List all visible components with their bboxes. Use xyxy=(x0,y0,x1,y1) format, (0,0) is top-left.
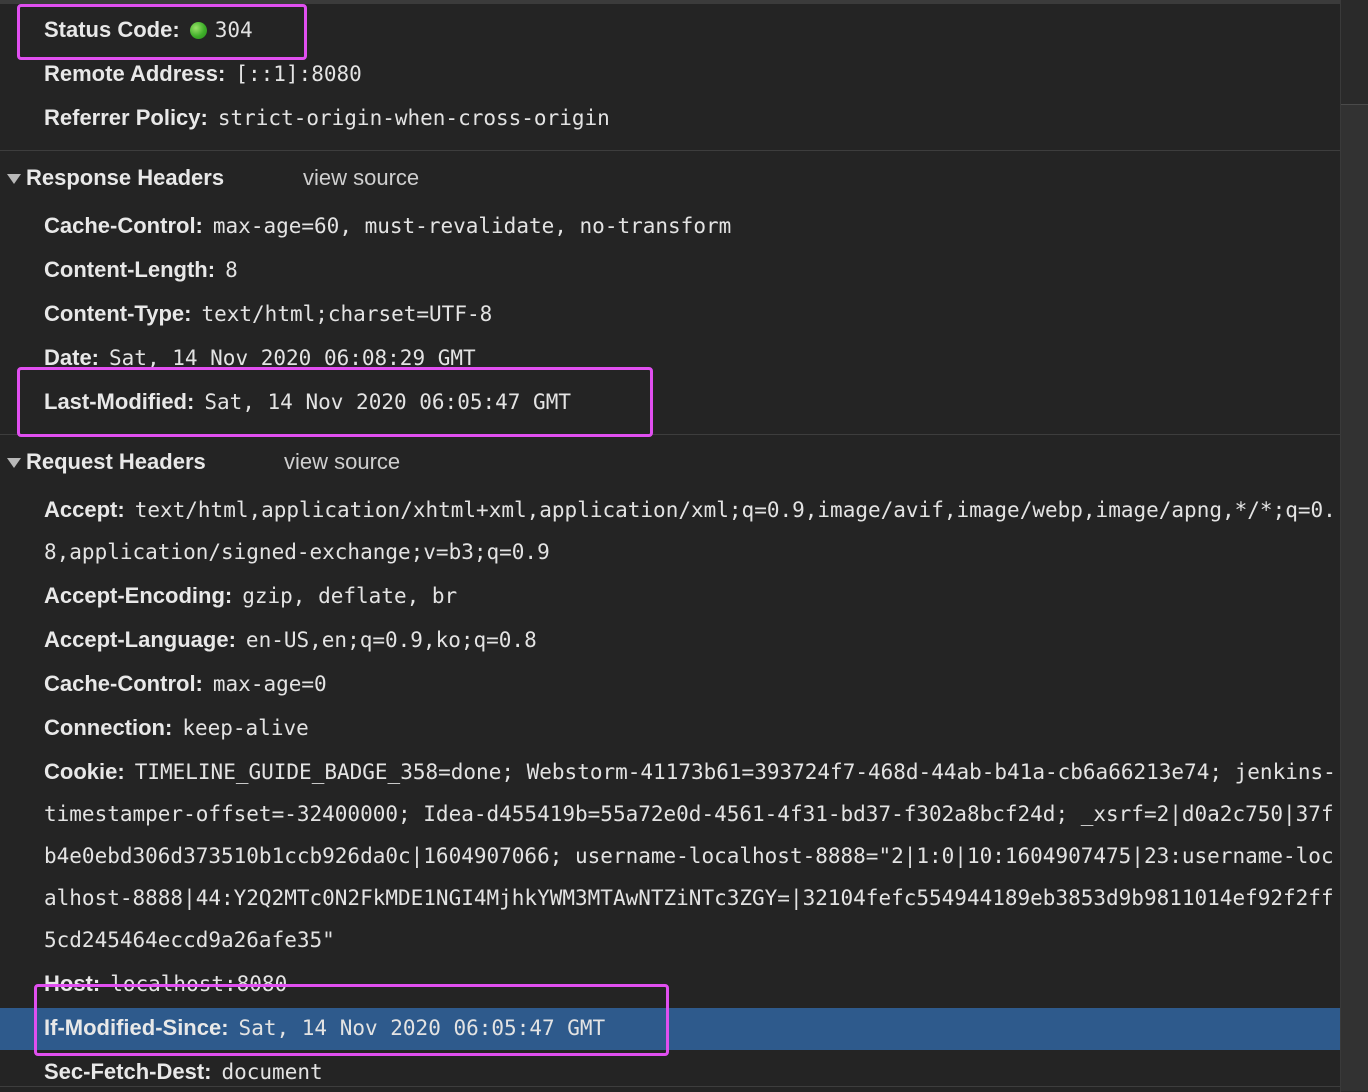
annotation-box-if-modified-since xyxy=(34,984,669,1056)
request-header-row[interactable]: Connection: keep-alive xyxy=(44,706,309,750)
request-header-row[interactable]: Accept-Language: en-US,en;q=0.9,ko;q=0.8 xyxy=(44,618,537,662)
header-key: Connection: xyxy=(44,715,173,740)
scrollbar-thumb[interactable] xyxy=(1341,104,1368,1091)
header-key: Sec-Fetch-Dest: xyxy=(44,1059,212,1084)
header-key: Content-Type: xyxy=(44,301,192,326)
header-value: text/html;charset=UTF-8 xyxy=(201,302,493,326)
bottom-divider xyxy=(0,1086,1340,1087)
triangle-down-icon[interactable] xyxy=(7,458,21,468)
request-headers-section-header[interactable]: Request Headers view source xyxy=(0,440,1340,484)
triangle-down-icon[interactable] xyxy=(7,174,21,184)
header-value: en-US,en;q=0.9,ko;q=0.8 xyxy=(245,628,537,652)
header-value: document xyxy=(221,1060,323,1084)
request-header-row-cookie[interactable]: Cookie: TIMELINE_GUIDE_BADGE_358=done; We… xyxy=(44,751,1339,961)
annotation-box-status-code xyxy=(17,4,307,60)
response-view-source-link[interactable]: view source xyxy=(303,156,419,200)
header-key: Cache-Control: xyxy=(44,671,203,696)
remote-address-value: [::1]:8080 xyxy=(235,62,362,86)
header-key: Cookie: xyxy=(44,759,125,784)
header-value: TIMELINE_GUIDE_BADGE_358=done; Webstorm-… xyxy=(44,760,1336,952)
header-value: max-age=60, must-revalidate, no-transfor… xyxy=(212,214,732,238)
header-value: gzip, deflate, br xyxy=(242,584,458,608)
header-key: Cache-Control: xyxy=(44,213,203,238)
header-value: keep-alive xyxy=(182,716,309,740)
headers-panel: Status Code: 304 Remote Address: [::1]:808… xyxy=(0,0,1368,1092)
request-headers-title[interactable]: Request Headers xyxy=(26,440,206,484)
header-value: text/html,application/xhtml+xml,applicat… xyxy=(44,498,1336,564)
referrer-policy-value: strict-origin-when-cross-origin xyxy=(217,106,610,130)
request-header-row[interactable]: Accept: text/html,application/xhtml+xml,a… xyxy=(44,489,1339,573)
referrer-policy-row[interactable]: Referrer Policy: strict-origin-when-cross… xyxy=(44,96,610,140)
remote-address-key: Remote Address: xyxy=(44,61,226,86)
section-divider xyxy=(0,150,1340,151)
request-header-row[interactable]: Accept-Encoding: gzip, deflate, br xyxy=(44,574,457,618)
header-key: Accept-Language: xyxy=(44,627,236,652)
request-header-row[interactable]: Cache-Control: max-age=0 xyxy=(44,662,327,706)
request-view-source-link[interactable]: view source xyxy=(284,440,400,484)
response-headers-title[interactable]: Response Headers xyxy=(26,156,224,200)
header-value: max-age=0 xyxy=(212,672,327,696)
header-value: 8 xyxy=(225,258,238,282)
response-header-row[interactable]: Content-Length: 8 xyxy=(44,248,238,292)
header-key: Content-Length: xyxy=(44,257,216,282)
header-key: Accept-Encoding: xyxy=(44,583,233,608)
annotation-box-last-modified xyxy=(17,367,653,437)
response-headers-section-header[interactable]: Response Headers view source xyxy=(0,156,1340,200)
response-header-row[interactable]: Content-Type: text/html;charset=UTF-8 xyxy=(44,292,492,336)
header-key: Accept: xyxy=(44,497,125,522)
referrer-policy-key: Referrer Policy: xyxy=(44,105,208,130)
response-header-row[interactable]: Cache-Control: max-age=60, must-revalidat… xyxy=(44,204,731,248)
